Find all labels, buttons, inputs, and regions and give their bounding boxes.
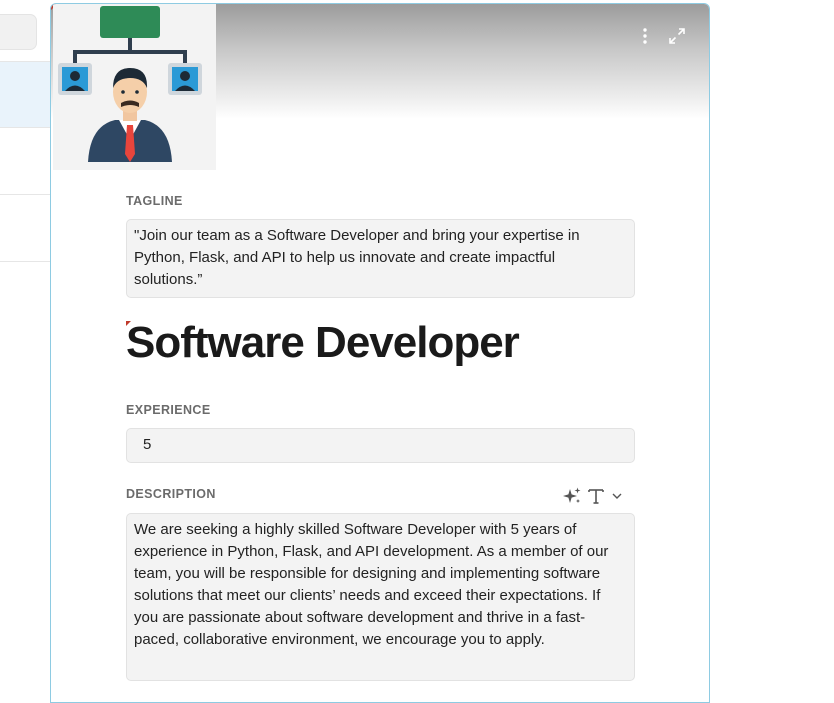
record-detail-panel: TAGLINE "Join our team as a Software Dev…: [50, 3, 710, 703]
org-chart-illustration: [53, 4, 216, 170]
background-search-box[interactable]: [0, 14, 37, 50]
expand-icon[interactable]: [667, 26, 687, 46]
sparkles-icon[interactable]: [562, 486, 582, 506]
experience-field[interactable]: 5: [126, 428, 635, 463]
description-label: DESCRIPTION: [126, 487, 216, 501]
description-toolbar: [562, 486, 624, 506]
description-field[interactable]: We are seeking a highly skilled Software…: [126, 513, 635, 681]
list-item[interactable]: [0, 128, 50, 195]
more-vertical-icon[interactable]: [635, 26, 655, 46]
chevron-down-icon[interactable]: [610, 486, 624, 506]
list-item[interactable]: [0, 195, 50, 262]
experience-label: EXPERIENCE: [126, 403, 211, 417]
text-format-icon[interactable]: [586, 486, 606, 506]
background-record-list: [0, 0, 50, 686]
tagline-label: TAGLINE: [126, 194, 183, 208]
record-title[interactable]: Software Developer: [126, 318, 520, 368]
list-item[interactable]: [0, 61, 50, 128]
tagline-field[interactable]: "Join our team as a Software Developer a…: [126, 219, 635, 298]
